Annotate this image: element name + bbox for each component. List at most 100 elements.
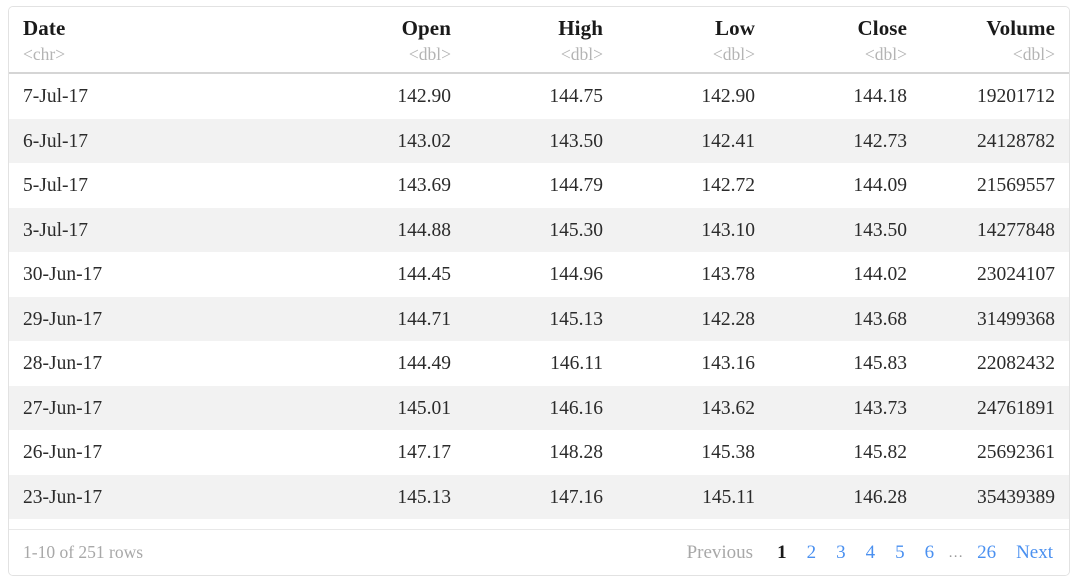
cell-value-open: 144.71 <box>397 308 451 330</box>
cell-value-low: 143.16 <box>701 353 755 374</box>
cell-low: 142.72 <box>613 163 765 208</box>
pagination: Previous 1 2 3 4 5 6 … 26 Next <box>677 540 1055 566</box>
table-header: Date <chr> Open <dbl> High <dbl> Low <db… <box>9 7 1069 74</box>
cell-open: 145.01 <box>309 385 461 430</box>
column-header-date[interactable]: Date <chr> <box>9 7 309 74</box>
cell-value-close: 143.50 <box>853 219 907 241</box>
cell-value-volume: 22082432 <box>977 353 1055 374</box>
column-label-date: Date <box>23 16 66 40</box>
pagination-page-1[interactable]: 1 <box>767 540 797 566</box>
pagination-ellipsis: … <box>948 544 964 561</box>
cell-high: 145.30 <box>461 207 613 252</box>
cell-value-date: 30-Jun-17 <box>23 264 103 285</box>
cell-close: 146.28 <box>765 474 917 519</box>
cell-close: 142.73 <box>765 118 917 163</box>
pagination-page-6[interactable]: 6 <box>915 540 945 566</box>
cell-close: 144.02 <box>765 252 917 297</box>
cell-high: 146.16 <box>461 385 613 430</box>
cell-volume: 25692361 <box>917 430 1069 475</box>
cell-value-open: 145.01 <box>397 397 451 419</box>
cell-value-close: 142.73 <box>853 130 907 152</box>
cell-value-date: 3-Jul-17 <box>23 219 88 241</box>
cell-low: 145.38 <box>613 430 765 475</box>
column-label-close: Close <box>857 16 907 40</box>
cell-value-date: 23-Jun-17 <box>23 486 103 508</box>
cell-open: 143.69 <box>309 163 461 208</box>
table-body: 7-Jul-17 142.90 144.75 142.90 144.18 19201712… <box>9 73 1069 519</box>
header-row: Date <chr> Open <dbl> High <dbl> Low <db… <box>9 7 1069 74</box>
pagination-next[interactable]: Next <box>1006 540 1055 566</box>
cell-value-low: 142.41 <box>701 130 755 152</box>
cell-low: 143.10 <box>613 207 765 252</box>
cell-high: 144.96 <box>461 252 613 297</box>
pagination-page-5[interactable]: 5 <box>885 540 915 566</box>
cell-low: 143.16 <box>613 341 765 386</box>
pagination-page-3[interactable]: 3 <box>826 540 856 566</box>
cell-value-high: 147.16 <box>549 486 603 508</box>
stock-prices-table: Date <chr> Open <dbl> High <dbl> Low <db… <box>9 7 1069 519</box>
cell-low: 143.62 <box>613 385 765 430</box>
table-row: 3-Jul-17 144.88 145.30 143.10 143.50 14277848 <box>9 207 1069 252</box>
cell-close: 143.50 <box>765 207 917 252</box>
cell-value-open: 144.88 <box>397 219 451 241</box>
cell-open: 143.02 <box>309 118 461 163</box>
table-row: 6-Jul-17 143.02 143.50 142.41 142.73 24128782 <box>9 118 1069 163</box>
cell-value-open: 144.45 <box>397 264 451 285</box>
column-header-high[interactable]: High <dbl> <box>461 7 613 74</box>
cell-high: 147.16 <box>461 474 613 519</box>
cell-value-low: 143.10 <box>701 219 755 241</box>
cell-value-close: 145.83 <box>853 353 907 374</box>
cell-value-close: 143.68 <box>853 308 907 330</box>
column-label-volume: Volume <box>986 16 1055 40</box>
column-type-volume: <dbl> <box>1012 43 1055 64</box>
pagination-page-4[interactable]: 4 <box>856 540 886 566</box>
cell-value-low: 142.28 <box>701 308 755 330</box>
cell-volume: 24761891 <box>917 385 1069 430</box>
cell-value-volume: 25692361 <box>977 442 1055 463</box>
cell-value-low: 145.11 <box>702 486 755 508</box>
cell-high: 144.75 <box>461 73 613 119</box>
data-table-widget: Date <chr> Open <dbl> High <dbl> Low <db… <box>8 6 1070 576</box>
cell-value-volume: 23024107 <box>977 264 1055 285</box>
cell-value-low: 143.78 <box>701 264 755 285</box>
cell-value-close: 144.18 <box>853 86 907 107</box>
cell-value-high: 146.11 <box>550 353 603 374</box>
cell-open: 144.71 <box>309 296 461 341</box>
table-row: 7-Jul-17 142.90 144.75 142.90 144.18 19201712 <box>9 73 1069 119</box>
cell-value-close: 144.09 <box>853 175 907 196</box>
column-header-low[interactable]: Low <dbl> <box>613 7 765 74</box>
cell-value-volume: 35439389 <box>977 486 1055 508</box>
cell-value-open: 147.17 <box>397 442 451 463</box>
table-row: 26-Jun-17 147.17 148.28 145.38 145.82 2569236… <box>9 430 1069 475</box>
table-row: 27-Jun-17 145.01 146.16 143.62 143.73 2476189… <box>9 385 1069 430</box>
column-header-close[interactable]: Close <dbl> <box>765 7 917 74</box>
cell-date: 23-Jun-17 <box>9 474 309 519</box>
cell-value-low: 143.62 <box>701 397 755 419</box>
column-header-volume[interactable]: Volume <dbl> <box>917 7 1069 74</box>
pagination-previous[interactable]: Previous <box>677 540 768 566</box>
cell-value-high: 144.75 <box>549 86 603 107</box>
column-type-low: <dbl> <box>712 43 755 64</box>
column-type-high: <dbl> <box>560 43 603 64</box>
cell-open: 144.49 <box>309 341 461 386</box>
cell-open: 144.45 <box>309 252 461 297</box>
cell-volume: 31499368 <box>917 296 1069 341</box>
cell-date: 30-Jun-17 <box>9 252 309 297</box>
cell-value-close: 143.73 <box>853 397 907 419</box>
cell-volume: 19201712 <box>917 73 1069 119</box>
column-header-open[interactable]: Open <dbl> <box>309 7 461 74</box>
cell-value-volume: 14277848 <box>977 219 1055 241</box>
table-row: 5-Jul-17 143.69 144.79 142.72 144.09 21569557 <box>9 163 1069 208</box>
pagination-page-2[interactable]: 2 <box>797 540 827 566</box>
cell-value-date: 7-Jul-17 <box>23 86 88 107</box>
cell-value-high: 146.16 <box>549 397 603 419</box>
cell-high: 144.79 <box>461 163 613 208</box>
cell-volume: 21569557 <box>917 163 1069 208</box>
table-footer: 1-10 of 251 rows Previous 1 2 3 4 5 6 … … <box>9 529 1069 575</box>
cell-low: 142.41 <box>613 118 765 163</box>
pagination-page-last[interactable]: 26 <box>967 540 1006 566</box>
cell-value-volume: 31499368 <box>977 308 1055 330</box>
cell-value-low: 145.38 <box>701 442 755 463</box>
cell-date: 29-Jun-17 <box>9 296 309 341</box>
cell-value-high: 145.30 <box>549 219 603 241</box>
